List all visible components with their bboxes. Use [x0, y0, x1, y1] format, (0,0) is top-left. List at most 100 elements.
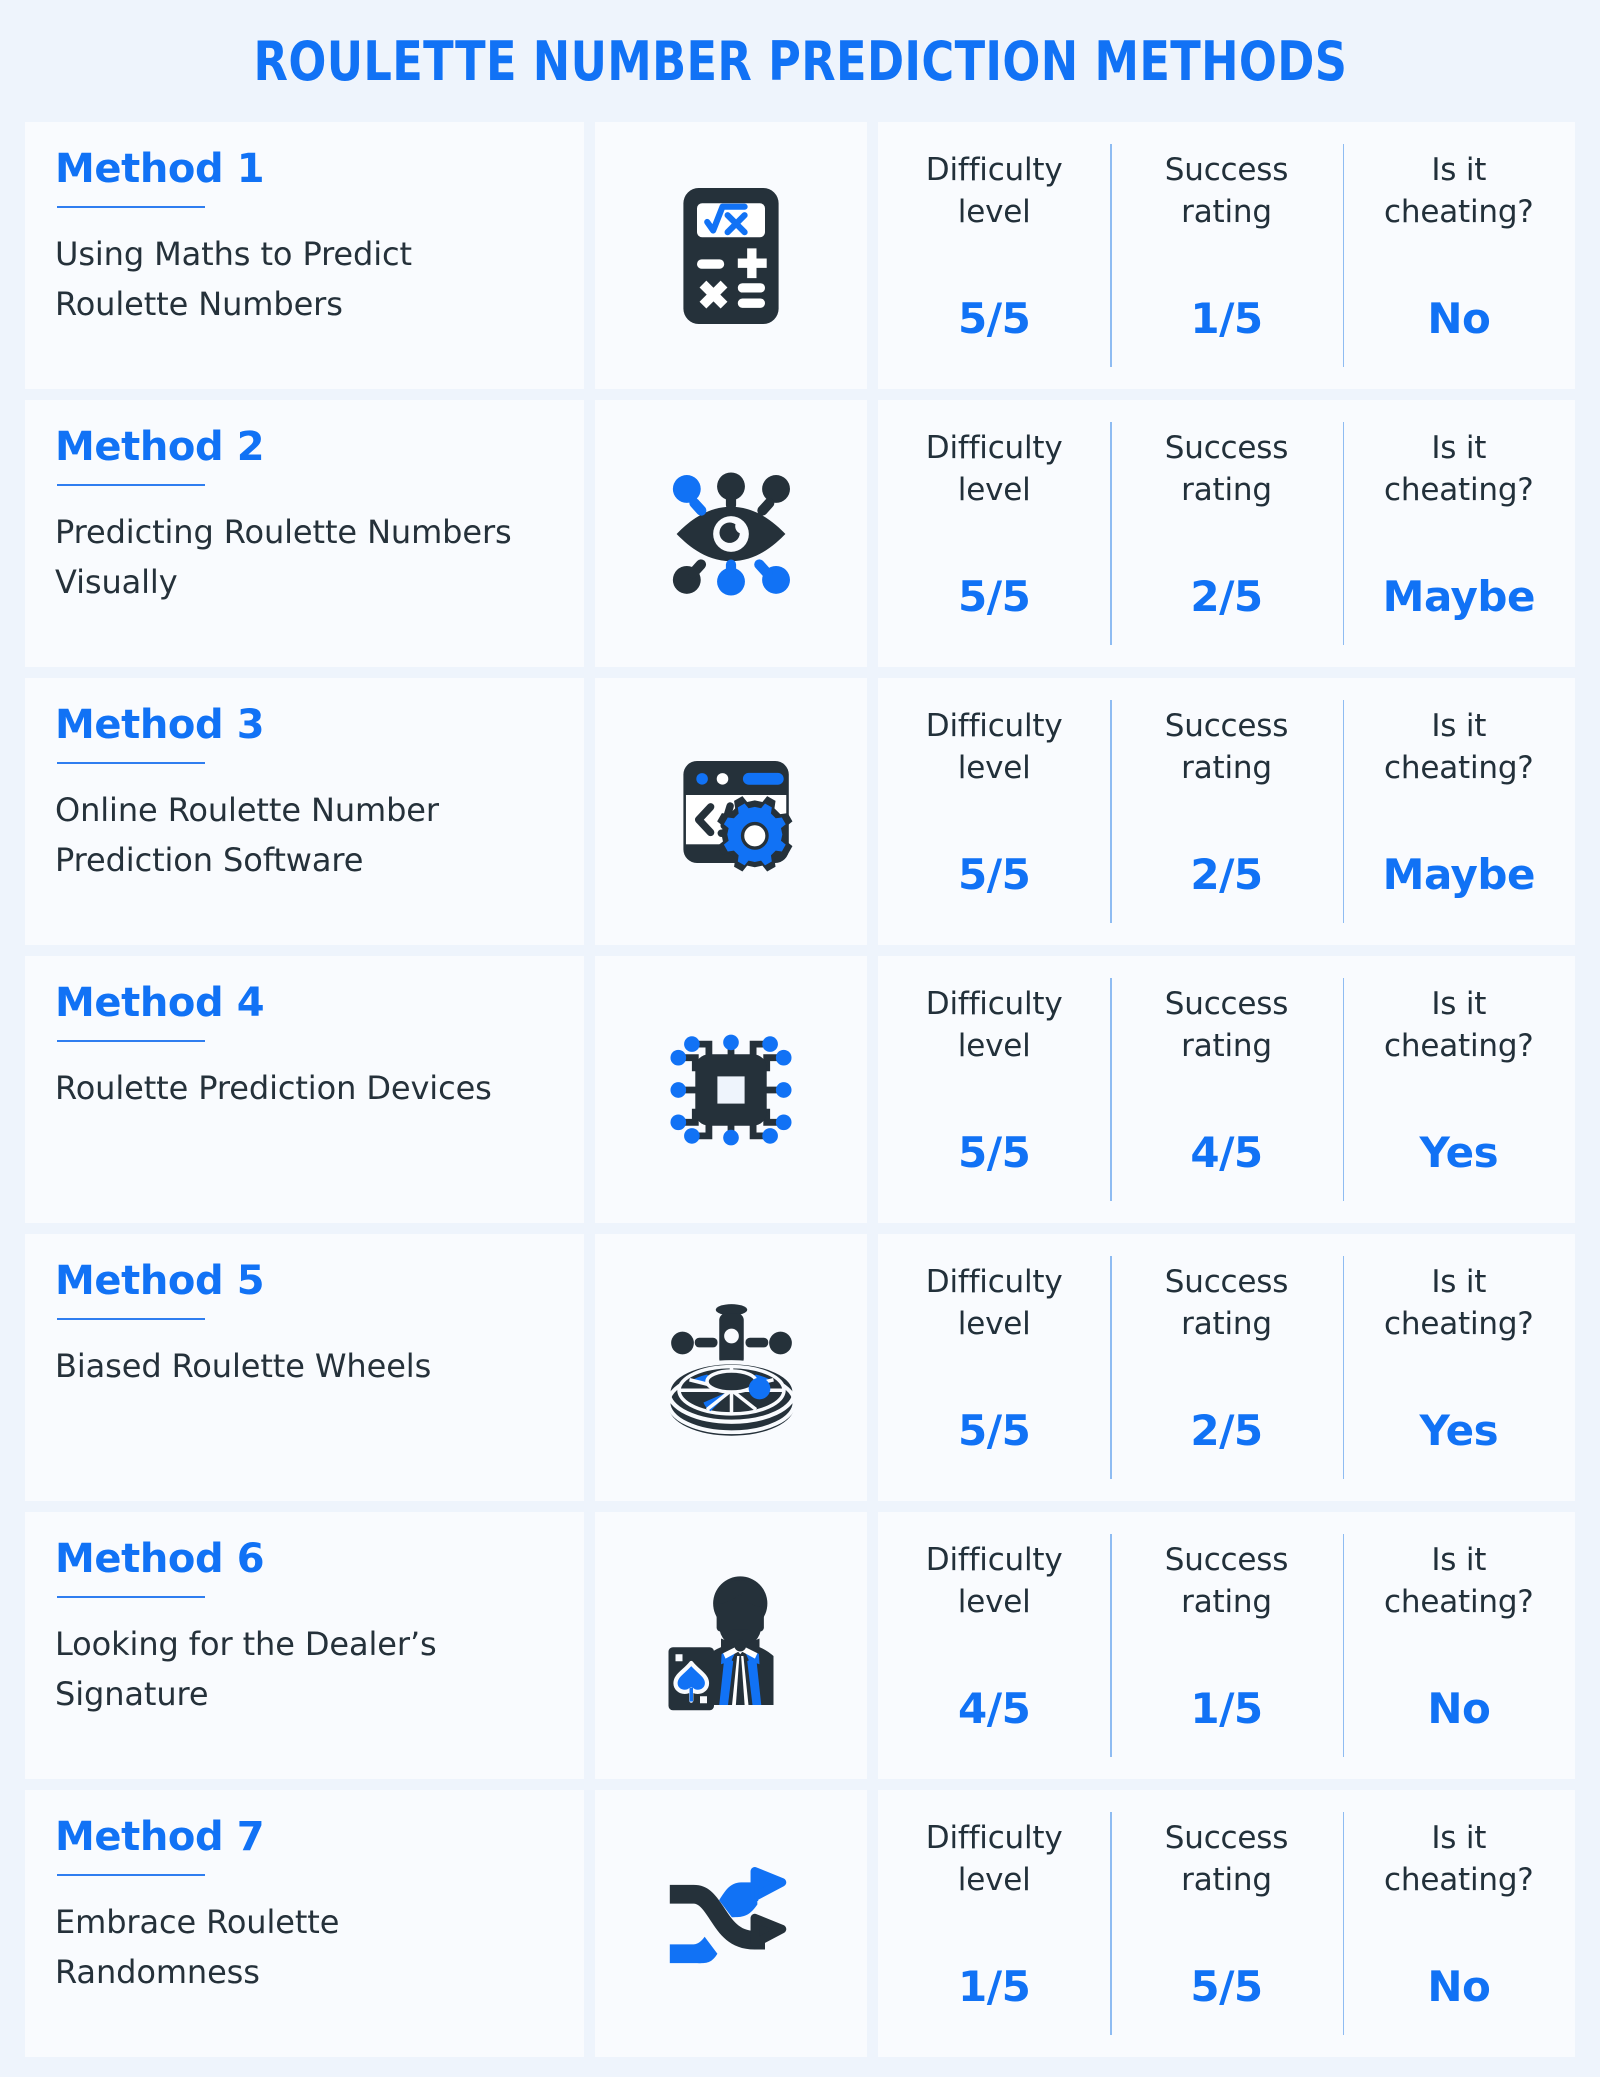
- dealer-icon: [668, 1576, 773, 1711]
- icon-panel: [595, 400, 867, 667]
- icon-panel: [595, 1512, 867, 1779]
- success-column: Success rating 4/5: [1110, 956, 1342, 1223]
- success-column: Success rating 2/5: [1110, 1234, 1342, 1501]
- stats-panel: Difficulty level 5/5 Success rating 1/5 …: [878, 122, 1575, 389]
- cheating-column: Is it cheating? No: [1342, 1512, 1575, 1779]
- method-underline: [57, 1596, 205, 1598]
- method-description: Online Roulette Number Prediction Softwa…: [55, 791, 439, 879]
- method-underline: [57, 1318, 205, 1320]
- success-header: Success rating: [1164, 1264, 1289, 1343]
- success-value: 2/5: [1190, 850, 1263, 899]
- calculator-icon: [683, 187, 779, 324]
- stats-panel: Difficulty level 5/5 Success rating 2/5 …: [878, 400, 1575, 667]
- cheating-value: Maybe: [1382, 572, 1536, 621]
- code-window-gear-icon: [683, 760, 793, 871]
- method-underline: [57, 1040, 205, 1042]
- success-header: Success rating: [1164, 1820, 1289, 1899]
- method-underline: [57, 206, 205, 208]
- difficulty-column: Difficulty level 5/5: [878, 956, 1110, 1223]
- header: ROULETTE NUMBER PREDICTION METHODS: [25, 0, 1575, 122]
- method-label: Method 6: [55, 1536, 265, 1582]
- infographic-page: ROULETTE NUMBER PREDICTION METHODS Metho…: [0, 0, 1600, 2077]
- icon-panel: [595, 1234, 867, 1501]
- difficulty-column: Difficulty level 1/5: [878, 1790, 1110, 2057]
- success-column: Success rating 2/5: [1110, 678, 1342, 945]
- success-column: Success rating 5/5: [1110, 1790, 1342, 2057]
- method-row: Method 4 Roulette Prediction Devices Dif…: [25, 956, 1575, 1223]
- method-label: Method 2: [55, 424, 265, 470]
- difficulty-value: 5/5: [958, 572, 1031, 621]
- cheating-header: Is it cheating?: [1384, 152, 1534, 231]
- success-header: Success rating: [1164, 430, 1289, 509]
- method-panel: Method 3 Online Roulette Number Predicti…: [25, 678, 584, 945]
- cheating-header: Is it cheating?: [1384, 1820, 1534, 1899]
- difficulty-header: Difficulty level: [925, 986, 1063, 1065]
- method-row: Method 2 Predicting Roulette Numbers Vis…: [25, 400, 1575, 667]
- cheating-value: Yes: [1419, 1406, 1499, 1455]
- method-label: Method 5: [55, 1258, 265, 1304]
- method-underline: [57, 762, 205, 764]
- success-value: 1/5: [1190, 294, 1263, 343]
- method-label: Method 1: [55, 146, 265, 192]
- difficulty-header: Difficulty level: [925, 152, 1063, 231]
- success-header: Success rating: [1164, 986, 1289, 1065]
- cheating-column: Is it cheating? Maybe: [1342, 400, 1575, 667]
- cheating-header: Is it cheating?: [1384, 1264, 1534, 1343]
- method-panel: Method 2 Predicting Roulette Numbers Vis…: [25, 400, 584, 667]
- method-panel: Method 4 Roulette Prediction Devices: [25, 956, 584, 1223]
- stats-panel: Difficulty level 1/5 Success rating 5/5 …: [878, 1790, 1575, 2057]
- method-rows: Method 1 Using Maths to Predict Roulette…: [25, 122, 1575, 2057]
- method-panel: Method 7 Embrace Roulette Randomness: [25, 1790, 584, 2057]
- difficulty-column: Difficulty level 5/5: [878, 678, 1110, 945]
- stats-panel: Difficulty level 5/5 Success rating 2/5 …: [878, 1234, 1575, 1501]
- icon-panel: [595, 678, 867, 945]
- method-row: Method 5 Biased Roulette Wheels Difficul…: [25, 1234, 1575, 1501]
- stats-panel: Difficulty level 5/5 Success rating 2/5 …: [878, 678, 1575, 945]
- difficulty-header: Difficulty level: [925, 430, 1063, 509]
- method-underline: [57, 1874, 205, 1876]
- difficulty-column: Difficulty level 5/5: [878, 400, 1110, 667]
- cheating-column: Is it cheating? No: [1342, 1790, 1575, 2057]
- stats-panel: Difficulty level 4/5 Success rating 1/5 …: [878, 1512, 1575, 1779]
- cheating-header: Is it cheating?: [1384, 1542, 1534, 1621]
- cheating-header: Is it cheating?: [1384, 986, 1534, 1065]
- cheating-column: Is it cheating? Maybe: [1342, 678, 1575, 945]
- difficulty-header: Difficulty level: [925, 1542, 1063, 1621]
- difficulty-value: 5/5: [958, 1406, 1031, 1455]
- difficulty-header: Difficulty level: [925, 1820, 1063, 1899]
- method-description: Roulette Prediction Devices: [55, 1069, 492, 1107]
- difficulty-column: Difficulty level 5/5: [878, 1234, 1110, 1501]
- success-value: 1/5: [1190, 1684, 1263, 1733]
- method-description: Biased Roulette Wheels: [55, 1347, 432, 1385]
- shuffle-arrows-icon: [669, 1866, 787, 1963]
- success-header: Success rating: [1164, 708, 1289, 787]
- method-row: Method 7 Embrace Roulette Randomness Dif…: [25, 1790, 1575, 2057]
- method-description: Using Maths to Predict Roulette Numbers: [55, 235, 412, 323]
- method-row: Method 6 Looking for the Dealer’s Signat…: [25, 1512, 1575, 1779]
- method-label: Method 4: [55, 980, 265, 1026]
- difficulty-value: 5/5: [958, 294, 1031, 343]
- method-description: Looking for the Dealer’s Signature: [55, 1625, 437, 1713]
- cheating-value: Yes: [1419, 1128, 1499, 1177]
- cheating-header: Is it cheating?: [1384, 430, 1534, 509]
- method-panel: Method 6 Looking for the Dealer’s Signat…: [25, 1512, 584, 1779]
- cheating-column: Is it cheating? Yes: [1342, 956, 1575, 1223]
- method-row: Method 1 Using Maths to Predict Roulette…: [25, 122, 1575, 389]
- success-column: Success rating 1/5: [1110, 1512, 1342, 1779]
- difficulty-value: 1/5: [958, 1962, 1031, 2011]
- method-panel: Method 5 Biased Roulette Wheels: [25, 1234, 584, 1501]
- success-value: 2/5: [1190, 1406, 1263, 1455]
- cheating-column: Is it cheating? No: [1342, 122, 1575, 389]
- method-row: Method 3 Online Roulette Number Predicti…: [25, 678, 1575, 945]
- cheating-value: No: [1427, 1962, 1491, 2011]
- difficulty-value: 4/5: [958, 1684, 1031, 1733]
- icon-panel: [595, 956, 867, 1223]
- difficulty-value: 5/5: [958, 850, 1031, 899]
- success-header: Success rating: [1164, 152, 1289, 231]
- cheating-value: Maybe: [1382, 850, 1536, 899]
- roulette-wheel-icon: [665, 1304, 797, 1436]
- success-header: Success rating: [1164, 1542, 1289, 1621]
- cheating-header: Is it cheating?: [1384, 708, 1534, 787]
- cheating-value: No: [1427, 294, 1491, 343]
- method-description: Embrace Roulette Randomness: [55, 1903, 340, 1991]
